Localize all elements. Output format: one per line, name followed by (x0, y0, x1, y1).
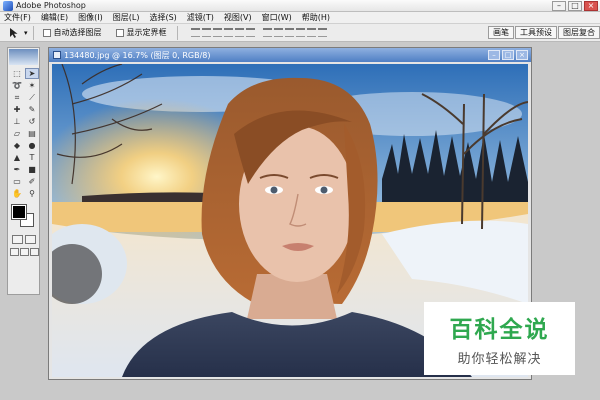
distribute-middle-icon[interactable] (273, 28, 283, 37)
eraser-icon[interactable]: ▱ (10, 128, 24, 139)
separator (32, 25, 34, 40)
window-controls: – □ × (552, 1, 598, 11)
panel-well: 画笔 工具预设 图层复合 (488, 26, 600, 39)
move-icon (10, 27, 18, 38)
menu-edit[interactable]: 编辑(E) (41, 12, 68, 23)
toolbox-header[interactable] (9, 49, 38, 65)
lasso-icon[interactable]: ➰ (10, 80, 24, 91)
distribute-bottom-icon[interactable] (284, 28, 294, 37)
blur-icon[interactable]: ◆ (10, 140, 24, 151)
foreground-color-swatch[interactable] (11, 204, 27, 220)
checkbox-box[interactable] (42, 28, 51, 37)
align-top-icon[interactable] (190, 28, 200, 37)
options-bar: ▾ 自动选择图层 显示定界框 画笔 工具预设 图层复合 (0, 24, 600, 42)
menu-layer[interactable]: 图层(L) (113, 12, 140, 23)
dodge-icon[interactable]: ● (25, 140, 39, 151)
eyedropper-icon[interactable]: ✐ (25, 176, 39, 187)
marquee-icon[interactable]: ⬚ (10, 68, 24, 79)
gradient-icon[interactable]: ▤ (25, 128, 39, 139)
move-icon[interactable]: ➤ (25, 68, 39, 79)
menu-view[interactable]: 视图(V) (224, 12, 252, 23)
align-buttons (190, 28, 255, 37)
tab-tool-presets[interactable]: 工具预设 (515, 26, 557, 39)
distribute-top-icon[interactable] (262, 28, 272, 37)
crop-icon[interactable]: ⌗ (10, 92, 24, 103)
screen-mode-menu-icon[interactable] (20, 248, 29, 256)
show-bounds-label: 显示定界框 (126, 28, 167, 37)
document-title: 134480.jpg @ 16.7% (图层 0, RGB/8) (64, 50, 211, 60)
checkbox-box[interactable] (115, 28, 124, 37)
hand-icon[interactable]: ✋ (10, 188, 24, 199)
doc-close-button[interactable]: × (516, 50, 528, 60)
align-center-icon[interactable] (234, 28, 244, 37)
zoom-icon[interactable]: ⚲ (25, 188, 39, 199)
quick-mask-icon[interactable] (25, 235, 36, 244)
screen-modes (8, 248, 39, 256)
auto-select-label: 自动选择图层 (53, 28, 102, 37)
healing-icon[interactable]: ✚ (10, 104, 24, 115)
align-middle-icon[interactable] (201, 28, 211, 37)
tool-preset-picker[interactable]: ▾ (8, 27, 28, 39)
close-button[interactable]: × (584, 1, 598, 11)
pen-icon[interactable]: ✒ (10, 164, 24, 175)
menu-filter[interactable]: 滤镜(T) (187, 12, 214, 23)
doc-maximize-button[interactable]: □ (502, 50, 514, 60)
app-title-bar: Adobe Photoshop – □ × (0, 0, 600, 12)
align-bottom-icon[interactable] (212, 28, 222, 37)
distribute-right-icon[interactable] (317, 28, 327, 37)
color-swatches (8, 204, 39, 231)
chevron-down-icon: ▾ (24, 28, 28, 37)
menu-image[interactable]: 图像(I) (78, 12, 103, 23)
toolbox: ⬚ ➤ ➰ ✶ ⌗ ⟋ ✚ ✎ ⊥ ↺ ▱ ▤ ◆ ● ▲ T ✒ ■ ▭ ✐ … (7, 47, 40, 295)
path-select-icon[interactable]: ▲ (10, 152, 24, 163)
screen-mode-full-icon[interactable] (30, 248, 39, 256)
tab-layer-comps[interactable]: 图层复合 (558, 26, 600, 39)
tool-grid: ⬚ ➤ ➰ ✶ ⌗ ⟋ ✚ ✎ ⊥ ↺ ▱ ▤ ◆ ● ▲ T ✒ ■ ▭ ✐ … (8, 66, 39, 199)
separator (176, 25, 178, 40)
align-right-icon[interactable] (245, 28, 255, 37)
auto-select-checkbox[interactable]: 自动选择图层 (42, 27, 102, 38)
stamp-icon[interactable]: ⊥ (10, 116, 24, 127)
document-controls: – □ × (488, 50, 528, 60)
distribute-buttons (262, 28, 327, 37)
watermark-title: 百科全说 (449, 317, 550, 343)
magic-wand-icon[interactable]: ✶ (25, 80, 39, 91)
menu-bar: 文件(F) 编辑(E) 图像(I) 图层(L) 选择(S) 滤镜(T) 视图(V… (0, 12, 600, 24)
maximize-button[interactable]: □ (568, 1, 582, 11)
distribute-left-icon[interactable] (295, 28, 305, 37)
document-icon (53, 51, 61, 59)
brush-icon[interactable]: ✎ (25, 104, 39, 115)
app-title: Adobe Photoshop (16, 1, 86, 10)
doc-minimize-button[interactable]: – (488, 50, 500, 60)
menu-select[interactable]: 选择(S) (149, 12, 176, 23)
align-left-icon[interactable] (223, 28, 233, 37)
show-bounds-checkbox[interactable]: 显示定界框 (115, 27, 167, 38)
screen-mode-standard-icon[interactable] (10, 248, 19, 256)
notes-icon[interactable]: ▭ (10, 176, 24, 187)
slice-icon[interactable]: ⟋ (25, 92, 39, 103)
watermark-subtitle: 助你轻松解决 (457, 352, 542, 367)
menu-file[interactable]: 文件(F) (4, 12, 31, 23)
minimize-button[interactable]: – (552, 1, 566, 11)
shape-icon[interactable]: ■ (25, 164, 39, 175)
history-brush-icon[interactable]: ↺ (25, 116, 39, 127)
tab-brushes[interactable]: 画笔 (488, 26, 514, 39)
menu-help[interactable]: 帮助(H) (302, 12, 330, 23)
edit-modes (8, 235, 39, 244)
standard-mode-icon[interactable] (12, 235, 23, 244)
document-title-bar[interactable]: 134480.jpg @ 16.7% (图层 0, RGB/8) – □ × (49, 48, 531, 62)
menu-window[interactable]: 窗口(W) (262, 12, 292, 23)
type-icon[interactable]: T (25, 152, 39, 163)
watermark-badge: 百科全说 助你轻松解决 (424, 302, 575, 375)
photoshop-logo-icon (3, 0, 13, 11)
distribute-center-icon[interactable] (306, 28, 316, 37)
